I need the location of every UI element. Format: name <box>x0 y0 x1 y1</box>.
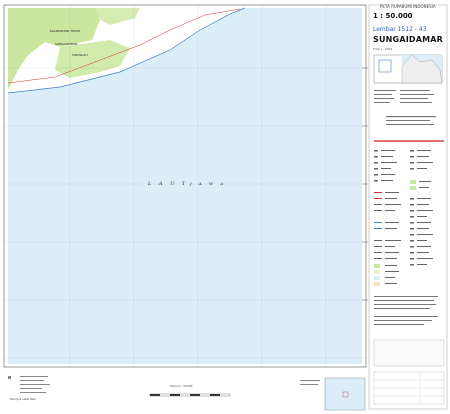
map-sheet: PETA RUPABUMI INDONESIA 1 : 50.000 Lemba… <box>0 0 450 414</box>
location-note: Petunjuk Letak Peta <box>10 398 36 401</box>
map-title: SUNGAIDAMAR <box>373 35 444 44</box>
place-label-village: TAPUSLAH <box>72 53 88 57</box>
sea-label-laut: L A U T <box>148 181 189 187</box>
place-label-village: SUNGAIDAMAR <box>55 42 78 46</box>
legend-section-bar <box>374 140 444 142</box>
bottom-left-notes <box>8 376 50 393</box>
scale-label: SKALA 1 : 50.000 <box>170 385 193 388</box>
series-title: PETA RUPABUMI INDONESIA <box>380 4 436 9</box>
map-scale: 1 : 50.000 <box>373 12 413 20</box>
inset-map <box>324 377 366 411</box>
sheet-number: Lembar 1512 - 43 <box>373 26 427 33</box>
diagram-box <box>373 339 445 367</box>
scale-bar <box>149 393 231 397</box>
edition-label: Edisi I - 2001 <box>373 47 393 51</box>
place-label-province: KALIMANTAN TIMUR <box>50 29 80 33</box>
sea-label-jawa: J A W A <box>190 181 227 186</box>
topographic-map[interactable] <box>0 0 450 414</box>
